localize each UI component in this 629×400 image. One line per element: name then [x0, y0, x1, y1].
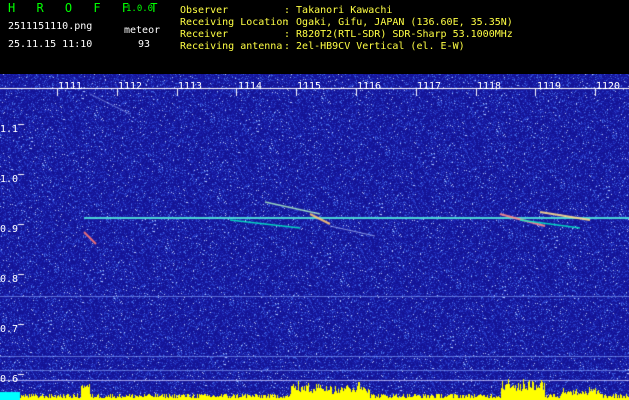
info-value-receiver: : R820T2(RTL-SDR) SDR-Sharp 53.1000MHz — [284, 29, 513, 40]
spectrogram — [0, 74, 629, 400]
info-value-observer: : Takanori Kawachi — [284, 5, 393, 16]
x-tick-1117: 1117 — [417, 81, 442, 92]
x-tick-1119: 1119 — [537, 81, 562, 92]
y-tick-0.7: 0.7 — [0, 324, 19, 335]
y-tick-0.6: 0.6 — [0, 374, 19, 385]
hrofft-window: H R O F F T 1.0.0 2511151110.png meteor … — [0, 0, 629, 400]
info-key-observer: Observer — [180, 5, 229, 16]
x-tick-1112: 1112 — [118, 81, 143, 92]
mode-label: meteor — [124, 25, 161, 36]
y-tick-0.8: 0.8 — [0, 274, 19, 285]
filename-label: 2511151110.png — [8, 21, 93, 32]
info-value-antenna: : 2el-HB9CV Vertical (el. E-W) — [284, 41, 465, 52]
y-tick-1.0: 1.0 — [0, 174, 19, 185]
y-tick-0.9: 0.9 — [0, 224, 19, 235]
info-key-antenna: Receiving antenna — [180, 41, 283, 52]
count-label: 93 — [138, 39, 151, 50]
x-tick-1115: 1115 — [297, 81, 322, 92]
datetime-label: 25.11.15 11:10 — [8, 39, 93, 50]
y-tick-1.1: 1.1 — [0, 124, 19, 135]
info-key-location: Receiving Location — [180, 17, 289, 28]
x-tick-1113: 1113 — [178, 81, 203, 92]
x-tick-1114: 1114 — [238, 81, 263, 92]
x-tick-1111: 1111 — [58, 81, 83, 92]
version-label: 1.0.0 — [126, 4, 154, 14]
x-tick-1116: 1116 — [357, 81, 382, 92]
x-tick-1120: 1120 — [596, 81, 621, 92]
x-tick-1118: 1118 — [477, 81, 502, 92]
info-key-receiver: Receiver — [180, 29, 229, 40]
info-value-location: : Ogaki, Gifu, JAPAN (136.60E, 35.35N) — [284, 17, 513, 28]
